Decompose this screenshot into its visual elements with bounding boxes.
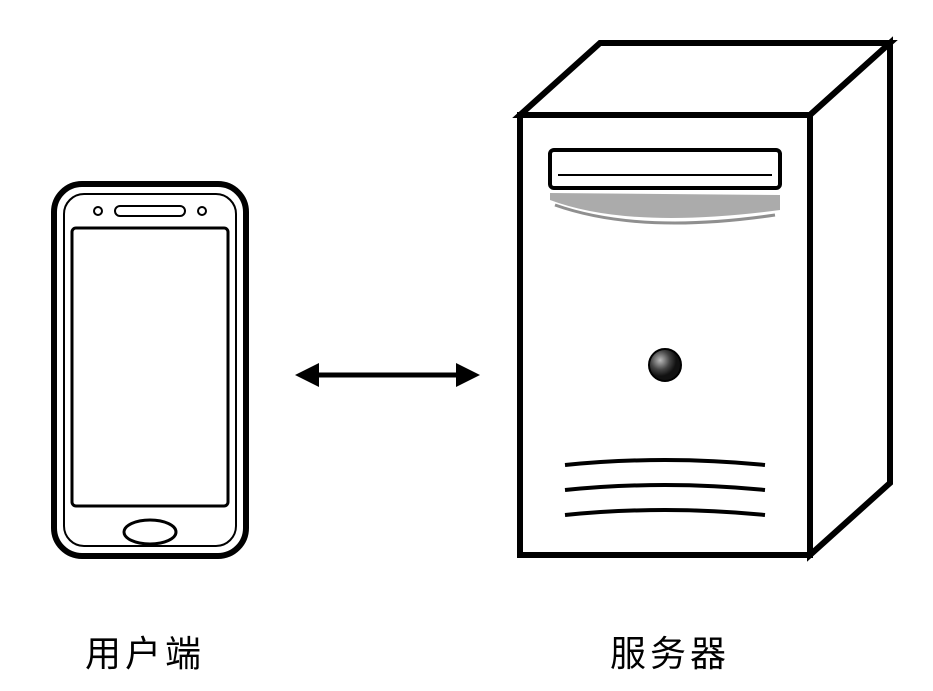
- smartphone-icon: [50, 180, 250, 560]
- double-arrow-icon: [295, 355, 480, 395]
- server-device: [510, 35, 900, 570]
- server-label: 服务器: [610, 625, 730, 677]
- connection-arrow: [295, 355, 480, 400]
- client-label: 用户端: [85, 625, 205, 677]
- client-device: [50, 180, 250, 565]
- diagram-container: 用户端 服务器: [0, 0, 933, 691]
- server-tower-icon: [510, 35, 900, 565]
